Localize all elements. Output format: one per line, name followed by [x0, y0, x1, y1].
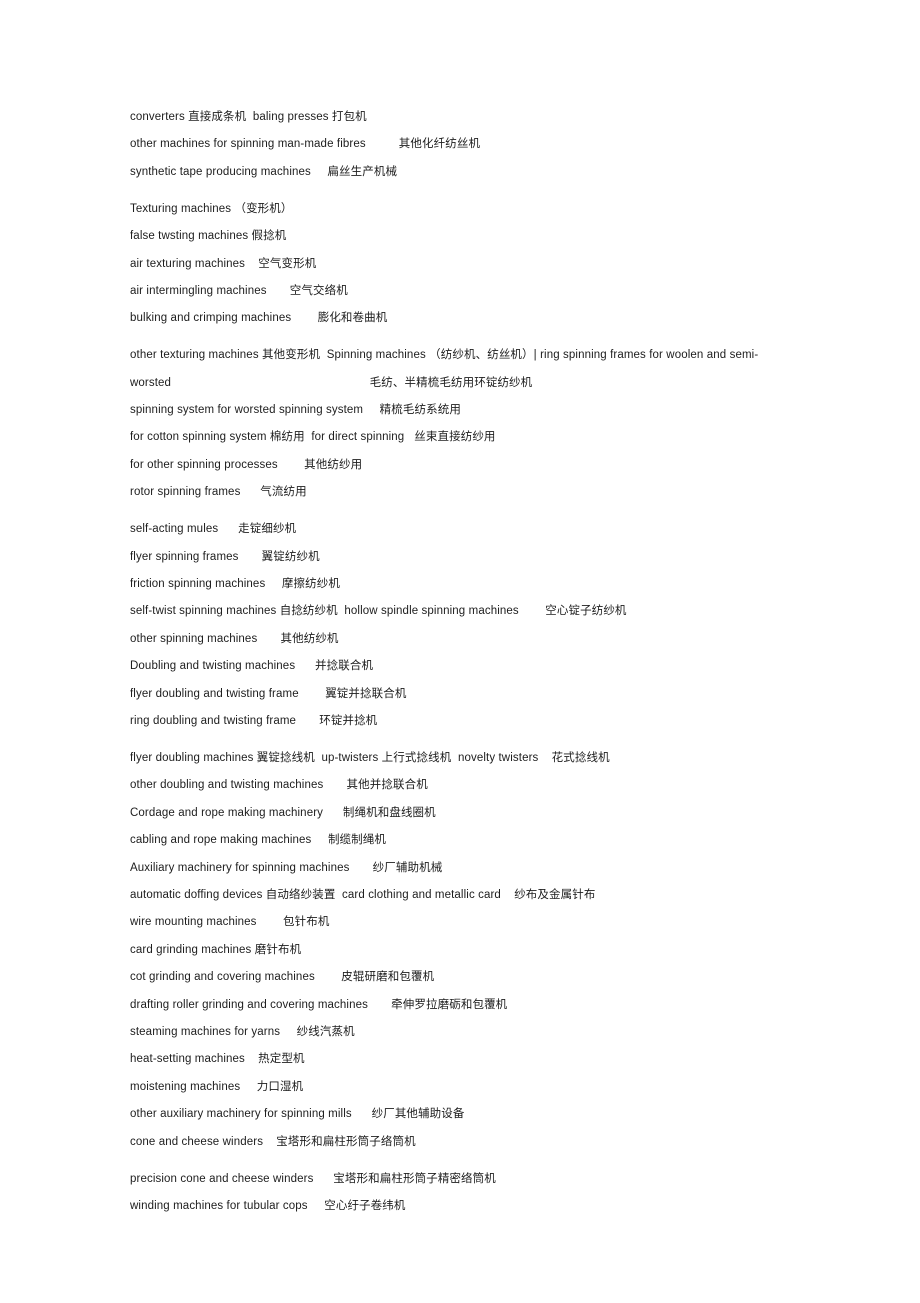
glossary-line: flyer spinning frames 翼锭纺纱机: [130, 550, 320, 563]
glossary-line: self-acting mules 走锭细纱机: [130, 523, 297, 536]
glossary-line: precision cone and cheese winders 宝塔形和扁柱…: [130, 1172, 496, 1185]
glossary-line: air intermingling machines 空气交络机: [130, 284, 348, 297]
glossary-line: friction spinning machines 摩擦纺纱机: [130, 578, 340, 590]
glossary-line: worsted 毛纺、半精梳毛纺用环锭纺纱机: [130, 376, 533, 389]
glossary-line: moistening machines 力口湿机: [130, 1080, 304, 1093]
glossary-line: flyer doubling and twisting frame 翼锭并捻联合…: [130, 687, 407, 700]
glossary-line: Doubling and twisting machines 并捻联合机: [130, 660, 374, 673]
glossary-line: spinning system for worsted spinning sys…: [130, 404, 461, 417]
glossary-line: self-twist spinning machines 自捻纺纱机 hollo…: [130, 605, 627, 618]
glossary-line: heat-setting machines 热定型机: [130, 1053, 305, 1066]
glossary-line: Texturing machines （变形机）: [130, 202, 293, 215]
glossary-line: false twsting machines 假捻机: [130, 230, 287, 243]
glossary-line: synthetic tape producing machines 扁丝生产机械: [130, 165, 398, 178]
glossary-line: flyer doubling machines 翼锭捻线机 up-twister…: [130, 751, 610, 764]
glossary-line: ring doubling and twisting frame 环锭并捻机: [130, 715, 378, 728]
glossary-line: other doubling and twisting machines 其他并…: [130, 779, 428, 792]
glossary-line: other spinning machines 其他纺纱机: [130, 632, 339, 645]
glossary-line: cone and cheese winders 宝塔形和扁柱形筒子络筒机: [130, 1135, 416, 1148]
glossary-line: for cotton spinning system 棉纺用 for direc…: [130, 431, 496, 444]
glossary-line: steaming machines for yarns 纱线汽蒸机: [130, 1026, 355, 1038]
glossary-line: cot grinding and covering machines 皮辊研磨和…: [130, 971, 435, 984]
glossary-line: bulking and crimping machines 膨化和卷曲机: [130, 312, 388, 325]
glossary-line: card grinding machines 磨针布机: [130, 943, 302, 956]
glossary-line: converters 直接成条机 baling presses 打包机: [130, 111, 367, 123]
glossary-line: wire mounting machines 包针布机: [130, 916, 330, 929]
glossary-line: rotor spinning frames 气流纺用: [130, 486, 307, 499]
glossary-line: other machines for spinning man-made fib…: [130, 138, 481, 151]
glossary-text-block: converters 直接成条机 baling presses 打包机 other…: [130, 104, 830, 1220]
glossary-line: cabling and rope making machines 制缆制绳机: [130, 834, 387, 847]
glossary-line: other texturing machines 其他变形机 Spinning …: [130, 349, 759, 362]
glossary-line: other auxiliary machinery for spinning m…: [130, 1108, 465, 1121]
document-page: converters 直接成条机 baling presses 打包机 other…: [0, 0, 920, 1303]
glossary-line: air texturing machines 空气变形机: [130, 257, 317, 270]
glossary-line: automatic doffing devices 自动络纱装置 card cl…: [130, 888, 596, 901]
glossary-line: Cordage and rope making machinery 制绳机和盘线…: [130, 806, 436, 819]
glossary-line: winding machines for tubular cops 空心纡子卷纬…: [130, 1199, 406, 1212]
glossary-line: drafting roller grinding and covering ma…: [130, 998, 508, 1011]
glossary-line: for other spinning processes 其他纺纱用: [130, 458, 363, 471]
glossary-line: Auxiliary machinery for spinning machine…: [130, 861, 443, 874]
